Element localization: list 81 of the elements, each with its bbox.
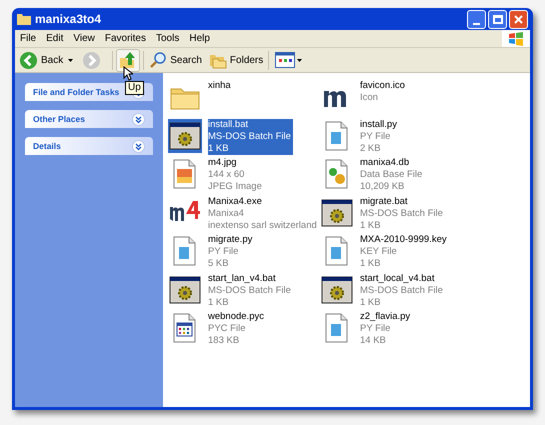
file-name: migrate.py [208, 234, 252, 246]
file-entry[interactable]: install.py PY File 2 KB [360, 118, 399, 154]
file-name: webnode.pyc [208, 311, 264, 323]
file-entry[interactable]: install.bat MS-DOS Batch File 1 KB [208, 118, 293, 154]
task-pane-header[interactable]: Details [25, 137, 153, 155]
file-entry[interactable]: m4.jpg 144 x 60 JPEG Image [208, 157, 264, 193]
menu-item[interactable]: Edit [41, 31, 68, 46]
file-detail: PY File [360, 130, 392, 142]
window-title: manixa3to4 [35, 11, 102, 28]
file-detail: 1 KB [208, 296, 230, 308]
minimize-button[interactable] [467, 10, 486, 28]
views-icon [275, 52, 296, 68]
gear-window-icon [321, 196, 353, 228]
file-name: m4.jpg [208, 157, 238, 169]
file-detail: MS-DOS Batch File [360, 284, 443, 296]
file-detail: inextenso sarl switzerland [208, 220, 317, 232]
file-detail: PY File [360, 323, 392, 335]
file-detail: 1 KB [208, 142, 230, 154]
file-name: manixa4.db [360, 157, 410, 169]
search-icon [149, 51, 168, 69]
file-entry[interactable]: Manixa4.exe Manixa4 inextenso sarl switzerland [208, 196, 319, 232]
file-detail: MS-DOS Batch File [208, 284, 291, 296]
file-entry[interactable]: manixa4.db Data Base File 10,209 KB [360, 157, 424, 193]
file-entry[interactable]: start_local_v4.bat MS-DOS Batch File 1 KB [360, 272, 445, 308]
close-button[interactable] [509, 10, 528, 28]
file-name: MXA-2010-9999.key [360, 234, 447, 246]
file-detail: KEY File [360, 246, 398, 258]
file-detail: 144 x 60 [208, 169, 246, 181]
menu-item[interactable]: Help [184, 31, 215, 46]
gear-window-icon [169, 274, 201, 306]
file-entry[interactable]: z2_flavia.py PY File 14 KB [360, 311, 412, 347]
folder-icon [17, 13, 31, 25]
dropdown-caret-icon [297, 58, 302, 62]
file-name: migrate.bat [360, 196, 409, 208]
file-detail: 1 KB [360, 220, 382, 232]
file-name: start_local_v4.bat [360, 272, 436, 284]
up-button[interactable] [116, 48, 140, 72]
file-detail: 14 KB [360, 335, 387, 347]
file-name: start_lan_v4.bat [208, 272, 277, 284]
folders-button[interactable]: Folders [206, 51, 266, 69]
file-entry[interactable]: MXA-2010-9999.key KEY File 1 KB [360, 234, 449, 270]
file-name: favicon.ico [360, 80, 405, 92]
file-detail: Icon [360, 92, 379, 104]
file-detail: Manixa4 [208, 208, 245, 220]
file-name: install.bat [208, 118, 250, 130]
file-detail: 2 KB [360, 142, 382, 154]
file-detail: 183 KB [208, 335, 240, 347]
windows-flag-icon [508, 32, 524, 46]
file-detail: MS-DOS Batch File [208, 130, 291, 142]
file-detail: Data Base File [360, 169, 422, 181]
file-detail: 5 KB [208, 258, 230, 270]
file-name: Manixa4.exe [208, 196, 263, 208]
file-name: z2_flavia.py [360, 311, 410, 323]
file-entry[interactable]: migrate.bat MS-DOS Batch File 1 KB [360, 196, 445, 232]
menu-item[interactable]: View [68, 31, 100, 46]
file-detail: JPEG Image [208, 181, 262, 193]
file-detail: MS-DOS Batch File [360, 208, 443, 220]
file-entry[interactable]: favicon.ico Icon [360, 80, 407, 104]
maximize-button[interactable] [488, 10, 507, 28]
file-name: install.py [360, 118, 397, 130]
file-detail: 1 KB [360, 296, 382, 308]
file-entry[interactable]: webnode.pyc PYC File 183 KB [208, 311, 266, 347]
file-entry[interactable]: migrate.py PY File 5 KB [208, 234, 254, 270]
file-detail: 10,209 KB [360, 181, 406, 193]
back-button[interactable]: Back [19, 50, 66, 70]
search-button[interactable]: Search [147, 51, 204, 69]
file-detail: 1 KB [360, 258, 382, 270]
file-detail: PYC File [208, 323, 246, 335]
close-icon [514, 14, 523, 24]
dropdown-caret-icon [68, 58, 74, 62]
mouse-cursor-icon [123, 66, 133, 81]
file-entry[interactable]: start_lan_v4.bat MS-DOS Batch File 1 KB [208, 272, 293, 308]
file-detail: PY File [208, 246, 240, 258]
folder-up-icon [119, 51, 138, 69]
tooltip: Up [125, 81, 144, 95]
menu-item[interactable]: Favorites [100, 31, 151, 46]
gear-window-icon [169, 120, 201, 152]
task-pane-header[interactable]: Other Places [25, 110, 153, 128]
menu-item[interactable]: File [15, 31, 42, 46]
menu-item[interactable]: Tools [150, 31, 184, 46]
gear-window-icon [321, 274, 353, 306]
